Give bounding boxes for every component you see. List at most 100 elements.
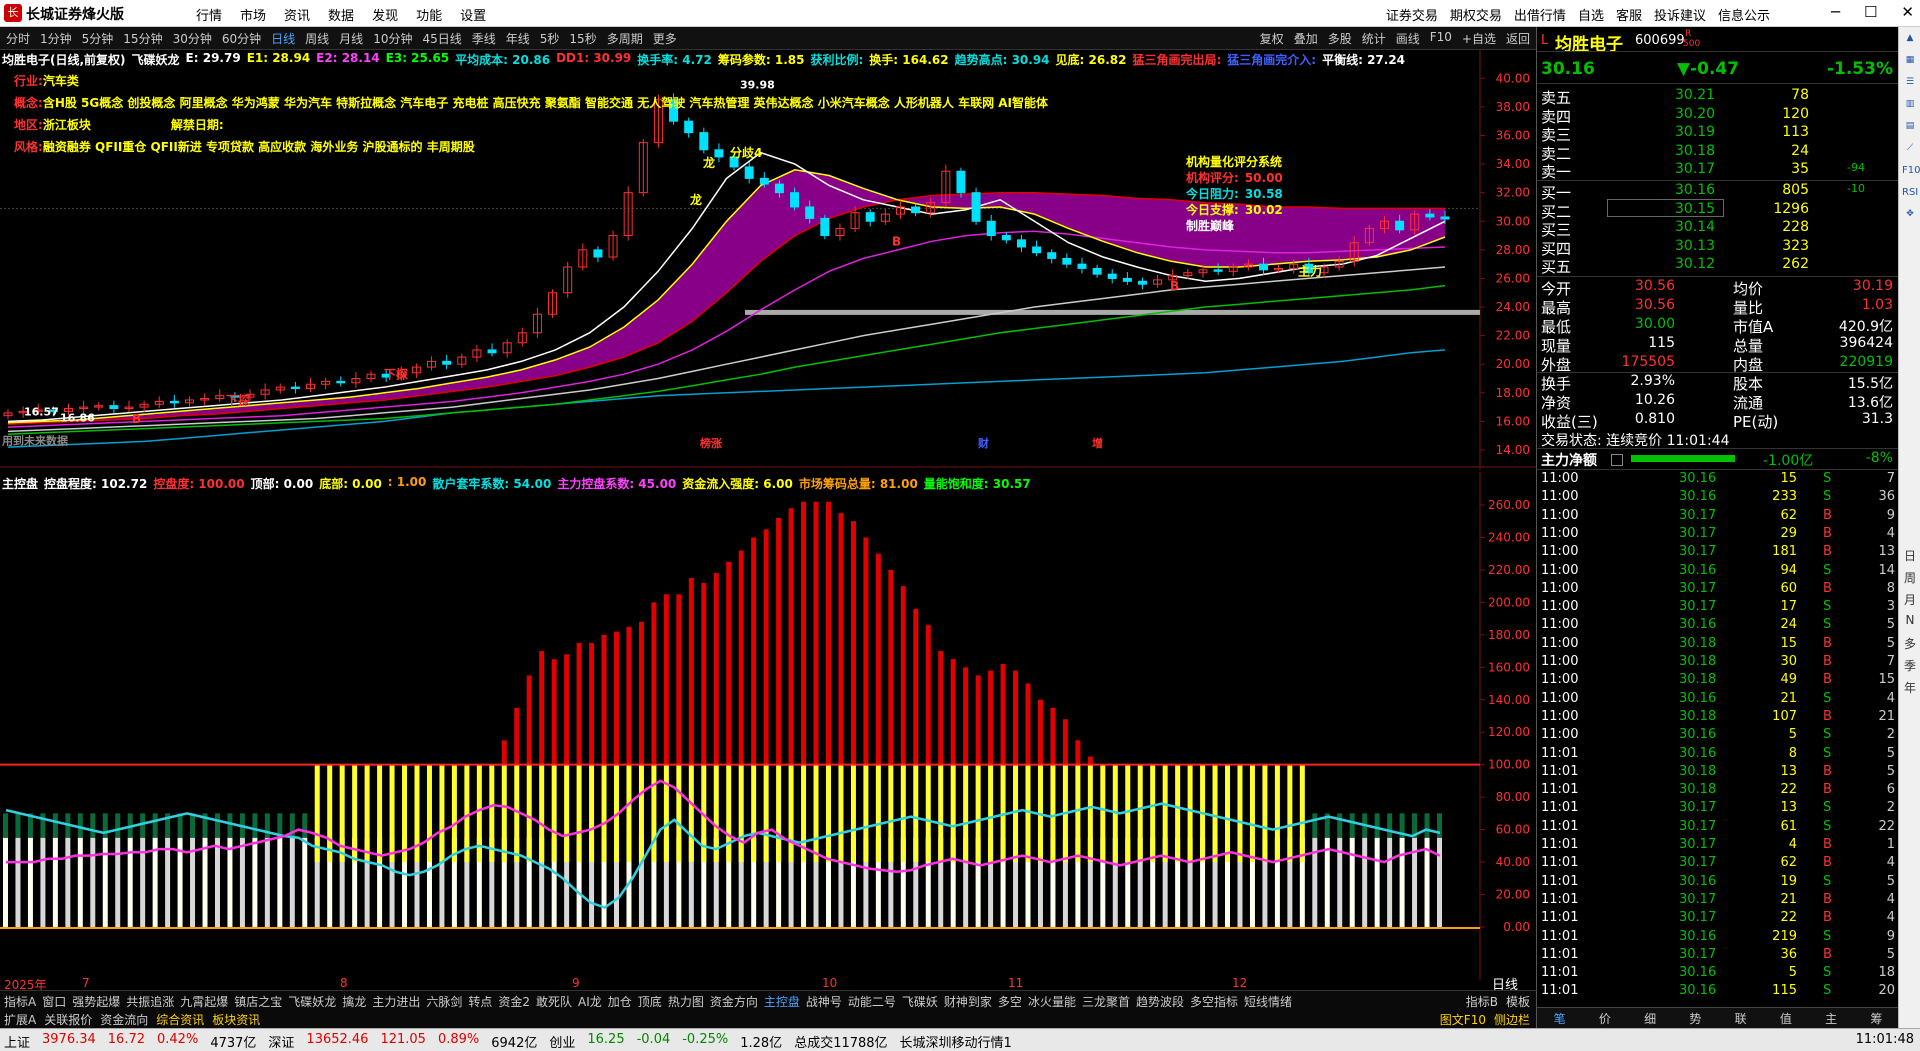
chart-icon[interactable]: ▥ xyxy=(1902,99,1918,115)
minimize-icon[interactable]: ─ xyxy=(1831,3,1840,21)
rsi-icon[interactable]: RSI xyxy=(1902,187,1918,203)
right-menu-item-3[interactable]: 自选 xyxy=(1578,5,1604,24)
indicator-tab[interactable]: 窗口 xyxy=(42,993,66,1010)
indicator-tab[interactable]: 强势起爆 xyxy=(72,993,120,1010)
indicator-tab[interactable]: 六脉剑 xyxy=(426,993,462,1010)
netflow-toggle-icon[interactable] xyxy=(1611,454,1623,466)
quote-tab[interactable]: 笔 xyxy=(1554,1008,1566,1028)
sidebar-period[interactable]: 多 xyxy=(1902,635,1918,651)
extension-tab[interactable]: 扩展A xyxy=(4,1011,36,1028)
period-tab-11[interactable]: 季线 xyxy=(472,30,496,47)
extension-tab[interactable]: 板块资讯 xyxy=(212,1011,260,1028)
order-book-row[interactable]: 卖二 30.18 24 xyxy=(1537,143,1899,163)
indicator-tab[interactable]: 敢死队 xyxy=(536,993,572,1010)
indicator-tab[interactable]: 短线情绪 xyxy=(1244,993,1292,1010)
indicator-tab[interactable]: 指标A xyxy=(4,993,36,1010)
order-book-row[interactable]: 买四 30.13 323 xyxy=(1537,238,1899,258)
menu-item-3[interactable]: 数据 xyxy=(328,5,354,24)
indicator-tab[interactable]: AI龙 xyxy=(578,993,602,1010)
menu-item-4[interactable]: 发现 xyxy=(372,5,398,24)
extension-tab-right[interactable]: 图文F10 xyxy=(1440,1011,1486,1028)
move-icon[interactable]: ✥ xyxy=(1902,209,1918,225)
indicator-chart[interactable]: 260.00 240.00 220.00 200.00 180.00 160.00 140.… xyxy=(0,472,1536,980)
indicator-tab[interactable]: 资金2 xyxy=(498,993,530,1010)
period-tab-4[interactable]: 30分钟 xyxy=(173,30,212,47)
period-tab-12[interactable]: 年线 xyxy=(506,30,530,47)
line-icon[interactable]: ⟋ xyxy=(1902,143,1918,159)
maximize-icon[interactable]: ☐ xyxy=(1864,3,1877,21)
period-tab-6[interactable]: 日线 xyxy=(271,30,295,47)
quote-tab[interactable]: 势 xyxy=(1689,1008,1701,1028)
menu-item-1[interactable]: 市场 xyxy=(240,5,266,24)
bar-icon[interactable]: ▤ xyxy=(1902,121,1918,137)
chart-tool-0[interactable]: 复权 xyxy=(1260,30,1284,47)
extension-tab-right[interactable]: 侧边栏 xyxy=(1494,1011,1530,1028)
indicator-tab[interactable]: 顶底 xyxy=(638,993,662,1010)
f10-icon[interactable]: F10 xyxy=(1902,165,1920,181)
indicator-tab[interactable]: 冰火量能 xyxy=(1028,993,1076,1010)
indicator-tab[interactable]: 动能二号 xyxy=(848,993,896,1010)
sidebar-period[interactable]: 季 xyxy=(1902,657,1918,673)
sidebar-period[interactable]: 年 xyxy=(1902,679,1918,695)
order-book-row[interactable]: 卖五 30.21 78 xyxy=(1537,87,1899,107)
period-tab-3[interactable]: 15分钟 xyxy=(123,30,162,47)
sidebar-period[interactable]: 月 xyxy=(1902,591,1918,607)
right-menu-item-2[interactable]: 出借行情 xyxy=(1514,5,1566,24)
indicator-tab[interactable]: 共振追涨 xyxy=(126,993,174,1010)
quote-tab[interactable]: 联 xyxy=(1735,1008,1747,1028)
indicator-tab[interactable]: 九霄起爆 xyxy=(180,993,228,1010)
order-book-row[interactable]: 买三 30.14 228 xyxy=(1537,219,1899,239)
grid-icon[interactable]: ▦ xyxy=(1902,55,1918,71)
period-tab-9[interactable]: 10分钟 xyxy=(373,30,412,47)
menu-item-5[interactable]: 功能 xyxy=(416,5,442,24)
right-menu-item-5[interactable]: 投诉建议 xyxy=(1654,5,1706,24)
price-chart[interactable]: 40.00 38.00 36.00 34.00 32.00 30.00 28.00 26.00… xyxy=(0,50,1536,470)
period-tab-7[interactable]: 周线 xyxy=(305,30,329,47)
sidebar-period[interactable]: 日 xyxy=(1902,547,1918,563)
order-book-row[interactable]: 买五 30.12 262 xyxy=(1537,256,1899,276)
right-menu-item-6[interactable]: 信息公示 xyxy=(1718,5,1770,24)
indicator-tab[interactable]: 热力图 xyxy=(668,993,704,1010)
period-tab-13[interactable]: 5秒 xyxy=(540,30,560,47)
chart-tool-2[interactable]: 多股 xyxy=(1328,30,1352,47)
period-tab-1[interactable]: 1分钟 xyxy=(40,30,72,47)
indicator-tab[interactable]: 三龙聚首 xyxy=(1082,993,1130,1010)
right-menu-item-4[interactable]: 客服 xyxy=(1616,5,1642,24)
chart-tool-7[interactable]: 返回 xyxy=(1506,30,1530,47)
period-tab-14[interactable]: 15秒 xyxy=(569,30,596,47)
order-book-row[interactable]: 卖一 30.17 35 -94 xyxy=(1537,161,1899,181)
indicator-tab-right[interactable]: 指标B xyxy=(1466,993,1498,1010)
sidebar-period[interactable]: 周 xyxy=(1902,569,1918,585)
indicator-tab[interactable]: 主力进出 xyxy=(372,993,420,1010)
indicator-tab[interactable]: 战神号 xyxy=(806,993,842,1010)
right-menu-item-1[interactable]: 期权交易 xyxy=(1450,5,1502,24)
indicator-tab-right[interactable]: 模板 xyxy=(1506,993,1530,1010)
indicator-tab[interactable]: 多空 xyxy=(998,993,1022,1010)
chart-tool-3[interactable]: 统计 xyxy=(1362,30,1386,47)
indicator-tab[interactable]: 财神到家 xyxy=(944,993,992,1010)
menu-item-2[interactable]: 资讯 xyxy=(284,5,310,24)
quote-tab[interactable]: 价 xyxy=(1599,1008,1611,1028)
period-tab-5[interactable]: 60分钟 xyxy=(222,30,261,47)
extension-tab[interactable]: 综合资讯 xyxy=(156,1011,204,1028)
indicator-tab[interactable]: 飞碟妖龙 xyxy=(288,993,336,1010)
period-tab-15[interactable]: 多周期 xyxy=(607,30,643,47)
menu-item-6[interactable]: 设置 xyxy=(460,5,486,24)
order-book-row[interactable]: 买一 30.16 805 -10 xyxy=(1537,182,1899,202)
chart-tool-6[interactable]: +自选 xyxy=(1462,30,1496,47)
indicator-tab[interactable]: 多空指标 xyxy=(1190,993,1238,1010)
close-icon[interactable]: ✕ xyxy=(1901,3,1914,21)
chart-tool-4[interactable]: 画线 xyxy=(1396,30,1420,47)
indicator-tab[interactable]: 飞碟妖 xyxy=(902,993,938,1010)
indicator-tab[interactable]: 资金方向 xyxy=(710,993,758,1010)
quote-tab[interactable]: 细 xyxy=(1644,1008,1656,1028)
period-tab-0[interactable]: 分时 xyxy=(6,30,30,47)
period-tab-10[interactable]: 45日线 xyxy=(422,30,461,47)
chart-tool-1[interactable]: 叠加 xyxy=(1294,30,1318,47)
extension-tab[interactable]: 关联报价 xyxy=(44,1011,92,1028)
up-icon[interactable]: ▲ xyxy=(1902,33,1918,49)
quote-tab[interactable]: 主 xyxy=(1825,1008,1837,1028)
extension-tab[interactable]: 资金流向 xyxy=(100,1011,148,1028)
quote-tab[interactable]: 值 xyxy=(1780,1008,1792,1028)
quote-tab[interactable]: 筹 xyxy=(1870,1008,1882,1028)
